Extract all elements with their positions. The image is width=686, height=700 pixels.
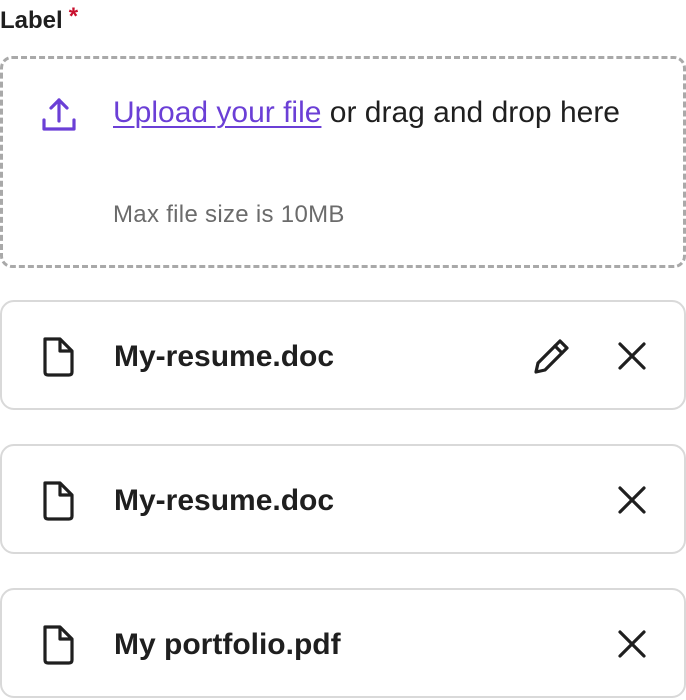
file-icon [38, 480, 78, 522]
remove-file-button[interactable] [612, 624, 652, 664]
drag-drop-text: or drag and drop here [321, 96, 620, 129]
file-dropzone[interactable]: Upload your file or drag and drop here M… [0, 56, 686, 268]
upload-icon [39, 95, 79, 135]
file-item: My-resume.doc [0, 444, 686, 554]
file-item: My-resume.doc [0, 300, 686, 410]
max-file-size-hint: Max file size is 10MB [113, 201, 345, 228]
required-asterisk: * [68, 3, 79, 30]
edit-file-button[interactable] [532, 336, 572, 376]
upload-file-link[interactable]: Upload your file [113, 96, 321, 129]
pencil-icon [534, 339, 569, 374]
file-item: My portfolio.pdf [0, 588, 686, 698]
close-icon [618, 342, 646, 370]
remove-file-button[interactable] [612, 480, 652, 520]
file-icon [38, 336, 78, 378]
field-label-text: Label [0, 7, 63, 34]
file-name: My-resume.doc [114, 340, 335, 373]
file-name: My portfolio.pdf [114, 628, 341, 661]
close-icon [618, 630, 646, 658]
field-label: Label * [0, 3, 79, 38]
remove-file-button[interactable] [612, 336, 652, 376]
close-icon [618, 486, 646, 514]
file-icon [38, 624, 78, 666]
file-name: My-resume.doc [114, 484, 335, 517]
upload-instructions: Upload your file or drag and drop here [113, 89, 653, 137]
